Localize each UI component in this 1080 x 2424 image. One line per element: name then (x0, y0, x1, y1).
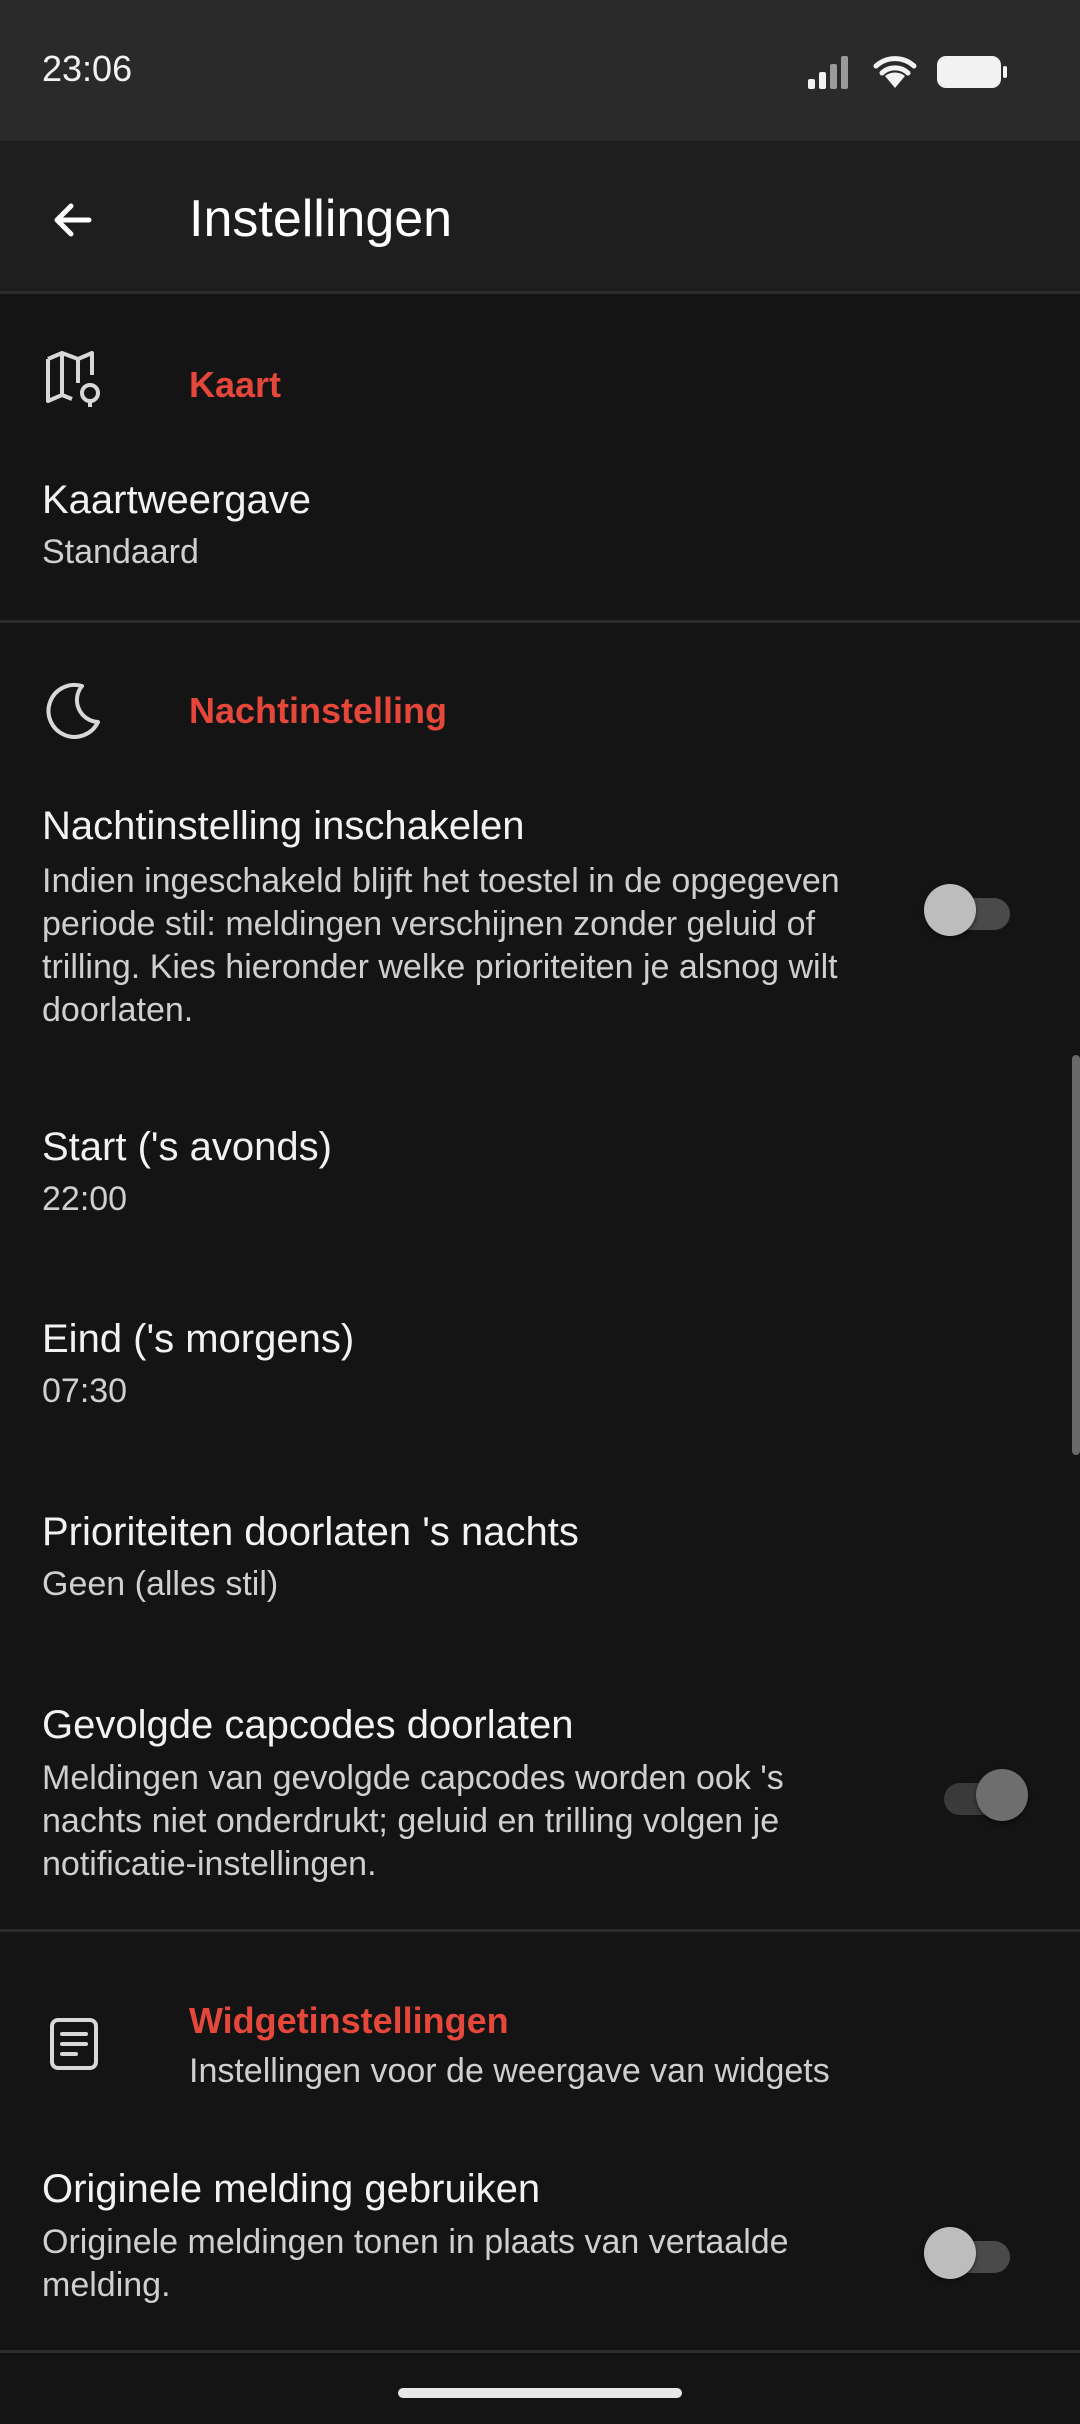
back-arrow-icon (54, 203, 92, 237)
toggle-thumb (924, 2227, 976, 2279)
scrollbar[interactable] (1072, 1055, 1080, 1455)
setting-title: Originele melding gebruiken (42, 2167, 541, 2211)
setting-title: Nachtinstelling inschakelen (42, 804, 525, 848)
section-kaart: Kaart (0, 291, 1080, 421)
capcodes-toggle[interactable] (944, 1769, 1030, 1821)
toggle-thumb (924, 884, 976, 936)
setting-title: Eind ('s morgens) (42, 1317, 355, 1361)
setting-description: Indien ingeschakeld blijft het toestel i… (42, 862, 840, 1029)
setting-description: Originele meldingen tonen in plaats van … (42, 2223, 789, 2304)
status-time: 23:06 (42, 48, 133, 89)
status-bar: 23:06 (0, 0, 1080, 141)
setting-start[interactable]: Start ('s avonds) 22:00 (0, 1085, 1080, 1255)
signal-icon (808, 56, 848, 89)
divider (0, 2350, 1080, 2353)
setting-originele-melding[interactable]: Originele melding gebruiken Originele me… (0, 2135, 1080, 2345)
map-pin-icon (46, 351, 100, 407)
setting-value: 22:00 (42, 1180, 128, 1218)
setting-capcodes[interactable]: Gevolgde capcodes doorlaten Meldingen va… (0, 1665, 1080, 1925)
toggle-thumb (976, 1769, 1028, 1821)
back-button[interactable] (28, 175, 118, 265)
setting-value: 07:30 (42, 1372, 128, 1410)
widget-icon (50, 2018, 98, 2070)
section-title-nachtinstelling: Nachtinstelling (189, 690, 448, 731)
section-widgetinstellingen: Widgetinstellingen Instellingen voor de … (0, 1932, 1080, 2112)
setting-prioriteiten[interactable]: Prioriteiten doorlaten 's nachts Geen (a… (0, 1470, 1080, 1640)
setting-title: Start ('s avonds) (42, 1125, 332, 1169)
app-bar: Instellingen (0, 141, 1080, 294)
section-subtitle-widgetinstellingen: Instellingen voor de weergave van widget… (189, 2052, 830, 2090)
section-title-widgetinstellingen: Widgetinstellingen (189, 2000, 509, 2041)
setting-title: Gevolgde capcodes doorlaten (42, 1703, 574, 1747)
setting-nachtinstelling-inschakelen[interactable]: Nachtinstelling inschakelen Indien inges… (0, 780, 1080, 1060)
page-title: Instellingen (189, 190, 453, 248)
setting-kaartweergave[interactable]: Kaartweergave Standaard (0, 451, 1080, 611)
setting-title: Kaartweergave (42, 478, 312, 522)
originele-melding-toggle[interactable] (924, 2227, 1010, 2279)
section-title-kaart: Kaart (189, 364, 282, 405)
home-indicator[interactable] (398, 2388, 682, 2398)
setting-value: Geen (alles stil) (42, 1565, 279, 1603)
battery-icon (937, 56, 1007, 88)
status-icons (806, 52, 1008, 92)
section-nachtinstelling: Nachtinstelling (0, 623, 1080, 773)
wifi-icon (873, 56, 917, 88)
setting-value: Standaard (42, 533, 199, 571)
moon-icon (46, 682, 100, 739)
setting-title: Prioriteiten doorlaten 's nachts (42, 1510, 579, 1554)
setting-description: Meldingen van gevolgde capcodes worden o… (42, 1759, 784, 1883)
setting-eind[interactable]: Eind ('s morgens) 07:30 (0, 1275, 1080, 1445)
nachtinstelling-toggle[interactable] (924, 884, 1010, 936)
